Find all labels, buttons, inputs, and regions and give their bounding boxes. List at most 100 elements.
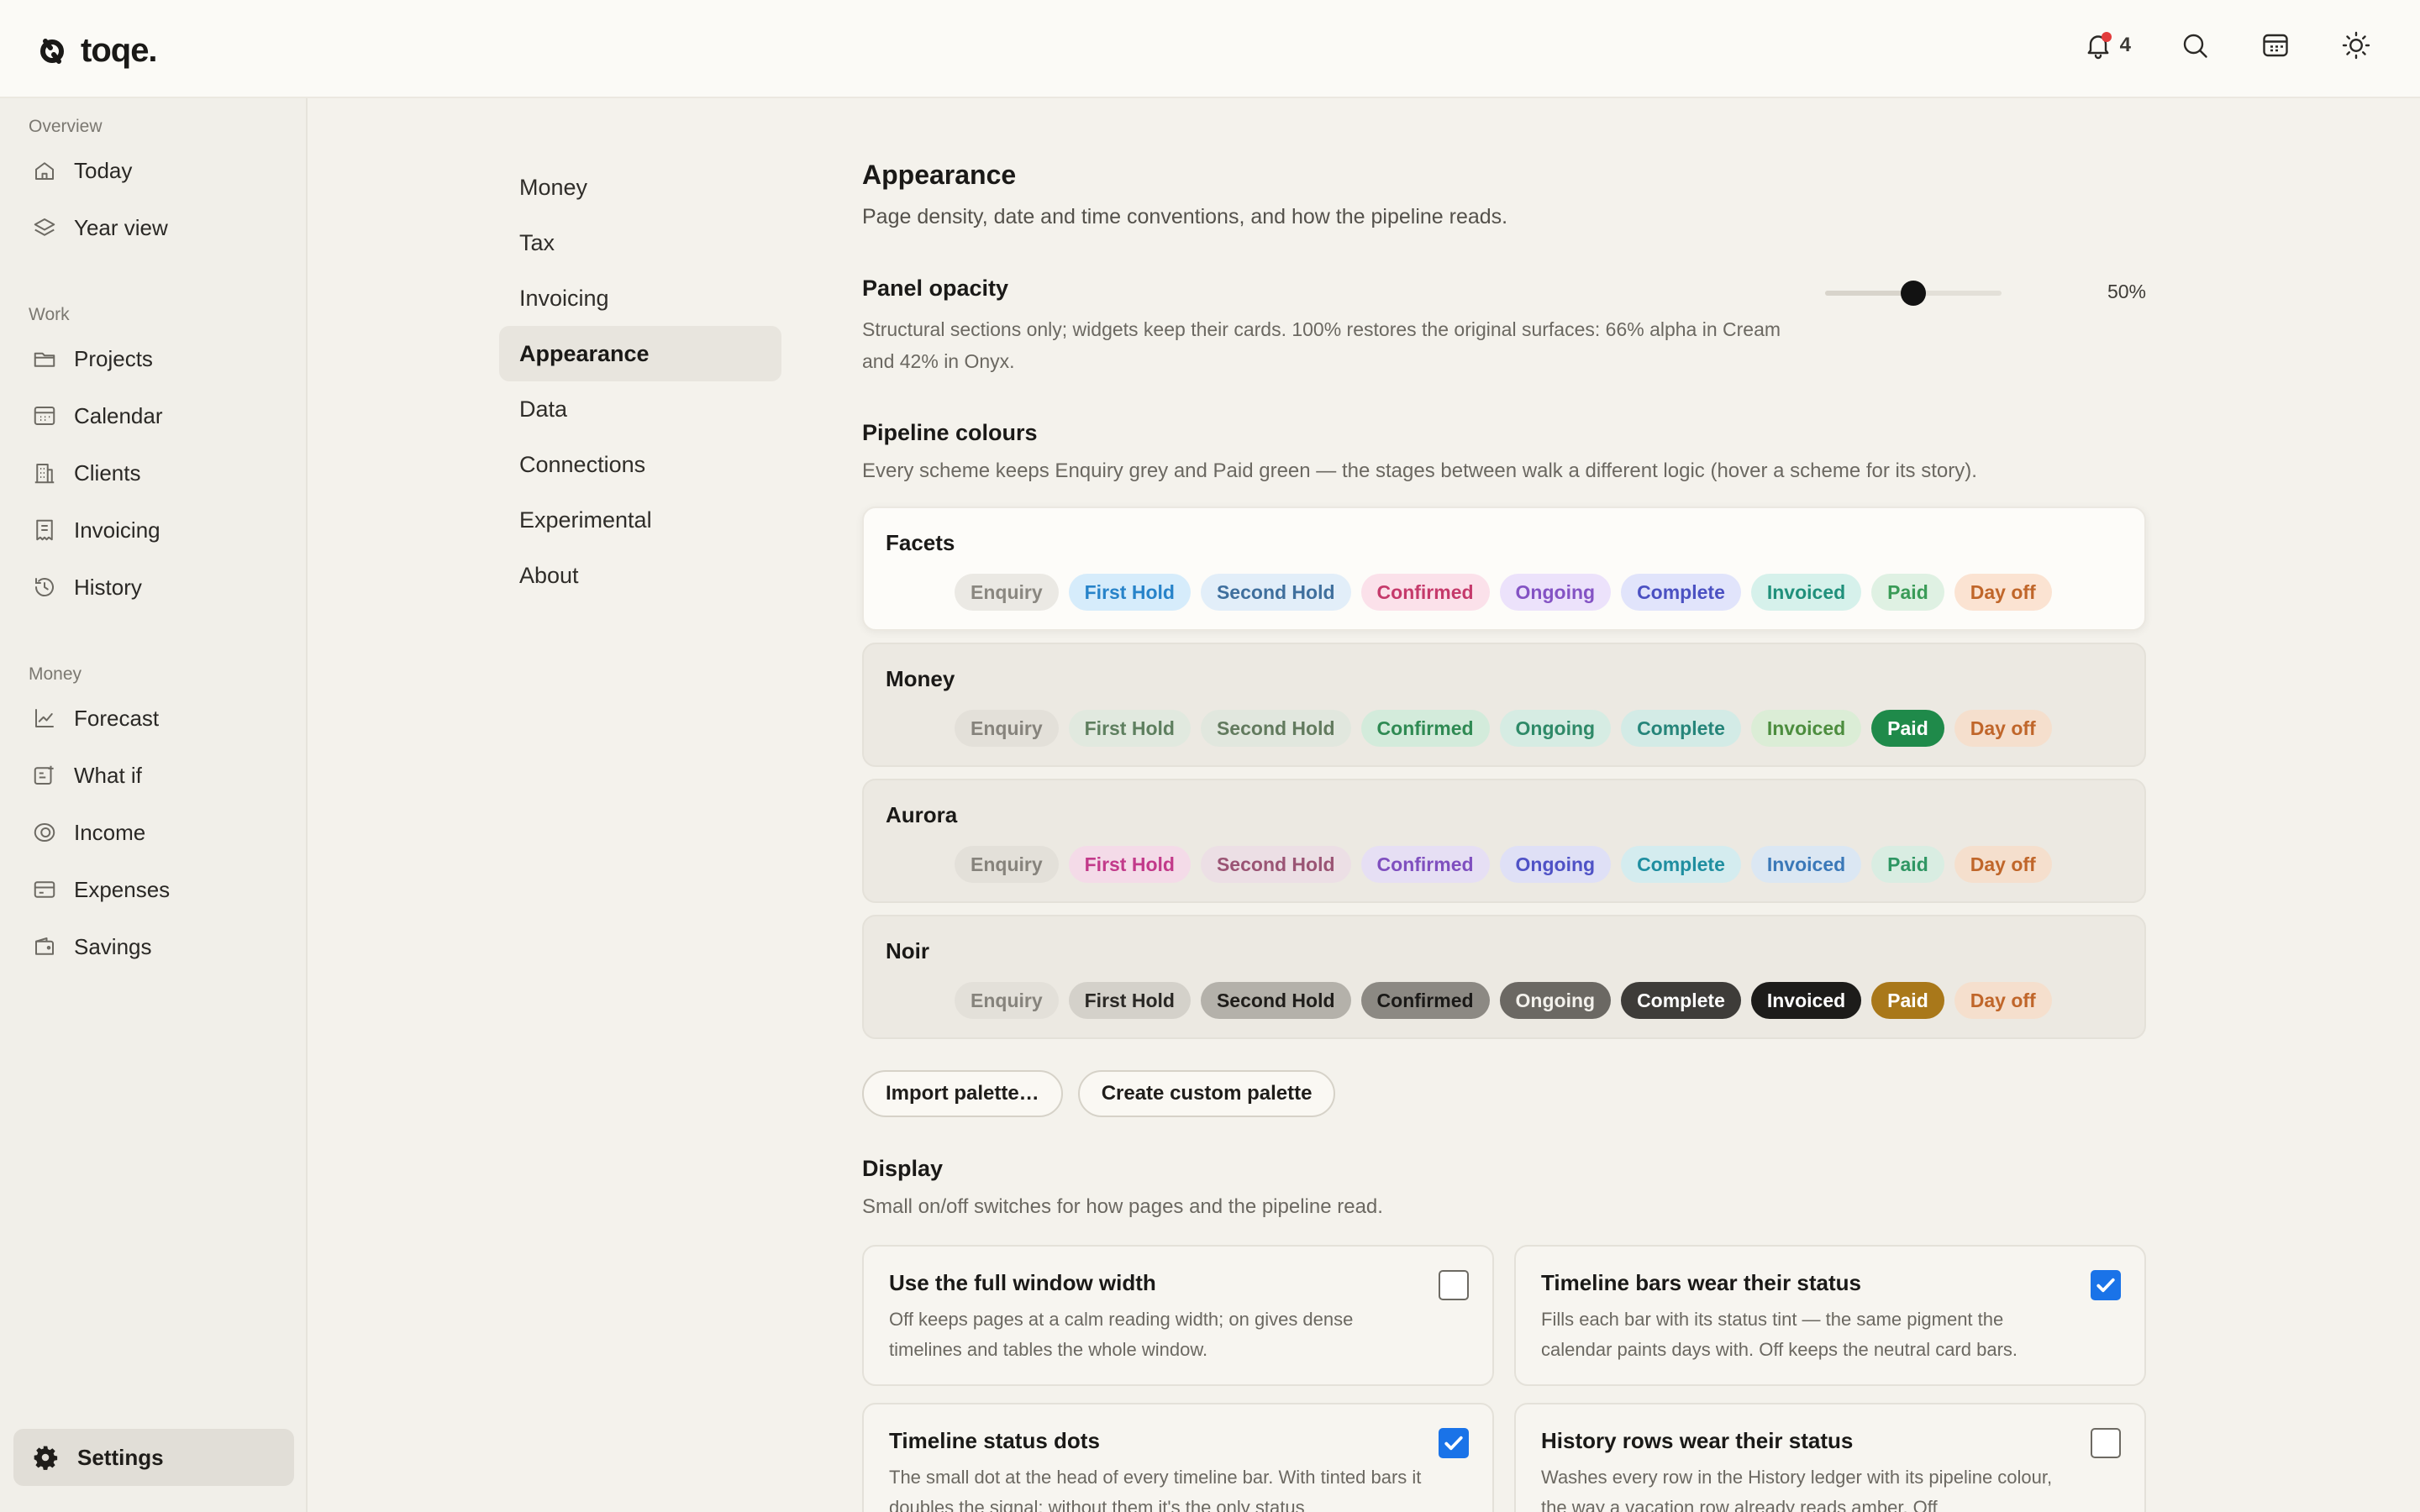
stage-chip-second-hold: Second Hold <box>1200 982 1351 1019</box>
stage-chip-complete: Complete <box>1621 846 1741 883</box>
subnav-item-data[interactable]: Data <box>499 381 781 437</box>
stage-chip-confirmed: Confirmed <box>1360 710 1490 747</box>
stage-chip-paid: Paid <box>1871 710 1944 747</box>
sidebar-item-settings[interactable]: Settings <box>13 1429 294 1486</box>
stage-chip-day-off: Day off <box>1954 710 2052 747</box>
sidebar-item-history[interactable]: History <box>0 559 308 616</box>
panel-opacity-slider[interactable] <box>1825 281 2002 306</box>
sidebar-item-label: Clients <box>74 459 141 486</box>
app-logo[interactable]: toqe. <box>37 32 158 70</box>
search-icon[interactable] <box>2178 29 2212 62</box>
sidebar-heading: Overview <box>29 117 103 136</box>
create-custom-palette-button[interactable]: Create custom palette <box>1077 1070 1336 1117</box>
sidebar-item-label: Income <box>74 819 146 845</box>
stage-chips: Enquiry First Hold Second Hold Confirmed Ong… <box>955 710 2052 747</box>
import-palette-button[interactable]: Import palette… <box>862 1070 1063 1117</box>
stage-chip-first-hold: First Hold <box>1068 982 1191 1019</box>
stage-chip-ongoing: Ongoing <box>1499 982 1612 1019</box>
scenario-icon <box>34 765 54 785</box>
stage-chip-confirmed: Confirmed <box>1360 574 1490 611</box>
stage-chip-paid: Paid <box>1871 846 1944 883</box>
sidebar-item-expenses[interactable]: Expenses <box>0 861 308 918</box>
sidebar-item-year-view[interactable]: Year view <box>0 199 308 256</box>
stage-chip-first-hold: First Hold <box>1068 710 1191 747</box>
slider-thumb[interactable] <box>1901 281 1926 306</box>
notifications-count: 4 <box>2119 34 2131 56</box>
stage-chip-complete: Complete <box>1621 574 1741 611</box>
display-toggle-card[interactable]: Use the full window width Off keeps pages… <box>862 1245 1494 1386</box>
layers-icon <box>34 218 55 236</box>
stage-chip-invoiced: Invoiced <box>1750 574 1862 611</box>
sidebar-item-label: Calendar <box>74 402 163 428</box>
stage-chip-complete: Complete <box>1621 982 1741 1019</box>
toggle-checkbox[interactable] <box>1439 1270 1469 1300</box>
sidebar-item-calendar[interactable]: Calendar <box>0 387 308 444</box>
stage-chip-second-hold: Second Hold <box>1200 846 1351 883</box>
page-subtitle: Page density, date and time conventions,… <box>862 205 1508 228</box>
calendar-grid-icon[interactable] <box>2259 29 2292 62</box>
scheme-name: Aurora <box>886 802 958 827</box>
display-subtitle: Small on/off switches for how pages and … <box>862 1195 1383 1218</box>
toggle-description: Off keeps pages at a calm reading width;… <box>889 1309 1354 1360</box>
pipeline-colours-title: Pipeline colours <box>862 420 1038 445</box>
sidebar-item-today[interactable]: Today <box>0 142 308 199</box>
subnav-item-experimental[interactable]: Experimental <box>499 492 781 548</box>
appearance-settings: Appearance Page density, date and time c… <box>862 151 2146 1512</box>
stage-chip-ongoing: Ongoing <box>1499 574 1612 611</box>
history-icon <box>35 578 54 597</box>
sidebar-section-money: Money Forecast What if Income Expenses S… <box>0 659 308 975</box>
stage-chip-second-hold: Second Hold <box>1200 574 1351 611</box>
subnav-item-invoicing[interactable]: Invoicing <box>499 270 781 326</box>
sidebar-item-forecast[interactable]: Forecast <box>0 690 308 747</box>
sidebar-item-label: Projects <box>74 345 153 371</box>
display-toggle-card[interactable]: Timeline status dots The small dot at the… <box>862 1403 1494 1512</box>
app-name: toqe. <box>81 32 158 69</box>
display-toggle-card[interactable]: Timeline bars wear their status Fills eac… <box>1514 1245 2146 1386</box>
display-toggle-card[interactable]: History rows wear their status Washes eve… <box>1514 1403 2146 1512</box>
toggle-checkbox[interactable] <box>2091 1428 2121 1458</box>
sidebar-item-label: Expenses <box>74 876 171 902</box>
scheme-name: Money <box>886 666 955 691</box>
toggle-title: Timeline status dots <box>889 1428 1100 1453</box>
sidebar-item-income[interactable]: Income <box>0 804 308 861</box>
sidebar-heading: Work <box>29 305 70 324</box>
sidebar-heading: Money <box>29 664 82 684</box>
wallet-icon <box>35 937 54 955</box>
scheme-card-money[interactable]: Money Enquiry First Hold Second Hold Confirm… <box>862 643 2146 767</box>
calendar-icon <box>34 407 55 425</box>
sidebar-item-projects[interactable]: Projects <box>0 330 308 387</box>
settings-subnav: Money Tax Invoicing Appearance Data Conn… <box>499 160 781 603</box>
scheme-card-noir[interactable]: Noir Enquiry First Hold Second Hold Confirme… <box>862 915 2146 1039</box>
sidebar-item-label: History <box>74 574 142 600</box>
sidebar-item-label: Savings <box>74 933 152 959</box>
stage-chips: Enquiry First Hold Second Hold Confirmed Ong… <box>955 574 2052 611</box>
sidebar-item-label: Forecast <box>74 705 160 731</box>
top-bar: toqe. 4 <box>0 0 2420 98</box>
subnav-item-money[interactable]: Money <box>499 160 781 215</box>
sidebar-item-what-if[interactable]: What if <box>0 747 308 804</box>
settings-label: Settings <box>77 1444 164 1470</box>
sun-icon[interactable] <box>2339 29 2373 62</box>
notification-dot <box>2101 32 2112 42</box>
toggle-title: Use the full window width <box>889 1270 1156 1295</box>
sidebar-item-label: Today <box>74 157 133 183</box>
chart-line-icon <box>35 709 54 727</box>
sidebar-item-savings[interactable]: Savings <box>0 918 308 975</box>
scheme-card-facets[interactable]: Facets Enquiry First Hold Second Hold Confir… <box>862 507 2146 631</box>
scheme-card-aurora[interactable]: Aurora Enquiry First Hold Second Hold Confir… <box>862 779 2146 903</box>
subnav-item-appearance[interactable]: Appearance <box>499 326 781 381</box>
toggle-description: Washes every row in the History ledger w… <box>1541 1467 2053 1512</box>
sidebar-item-clients[interactable]: Clients <box>0 444 308 501</box>
subnav-item-connections[interactable]: Connections <box>499 437 781 492</box>
subnav-item-tax[interactable]: Tax <box>499 215 781 270</box>
notifications-button[interactable]: 4 <box>2081 29 2131 62</box>
toggle-checkbox[interactable] <box>1439 1428 1469 1458</box>
toggle-checkbox[interactable] <box>2091 1270 2121 1300</box>
stage-chip-enquiry: Enquiry <box>955 574 1059 611</box>
top-actions: 4 <box>2081 29 2373 62</box>
subnav-item-about[interactable]: About <box>499 548 781 603</box>
page-title: Appearance <box>862 160 1017 190</box>
card-icon <box>34 881 55 898</box>
stage-chip-confirmed: Confirmed <box>1360 982 1490 1019</box>
sidebar-item-invoicing[interactable]: Invoicing <box>0 501 308 559</box>
